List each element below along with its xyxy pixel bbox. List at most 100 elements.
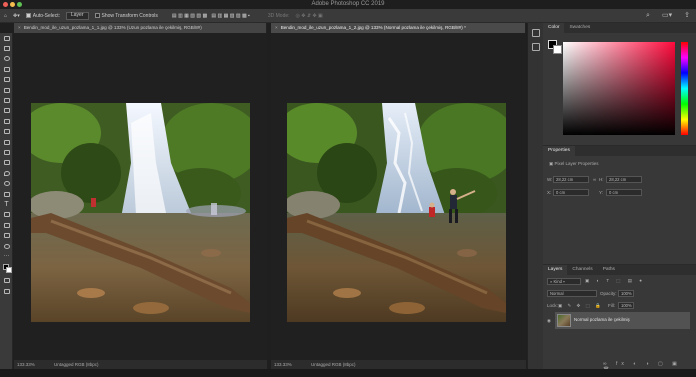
hue-slider[interactable] bbox=[681, 42, 688, 135]
collapsed-panel-dock bbox=[527, 23, 543, 369]
x-label: X: bbox=[547, 190, 552, 195]
height-field[interactable]: 28,22 cm bbox=[606, 176, 642, 183]
document-tab-label: Bendin_mod_ile_uzun_pozlama_1_1.jpg @ 13… bbox=[23, 25, 202, 30]
document-tab-label: Bendin_mod_ile_uzun_pozlama_1_2.jpg @ 13… bbox=[280, 25, 466, 30]
minimize-window-button[interactable] bbox=[10, 2, 15, 7]
visibility-eye-icon[interactable]: ◉ bbox=[547, 318, 551, 324]
color-swatches[interactable] bbox=[0, 262, 12, 276]
workspace-icon[interactable]: ▭▾ bbox=[662, 12, 672, 20]
document-profile[interactable]: Untagged RGB (8bpc) bbox=[311, 362, 356, 367]
document-window-1: × Bendin_mod_ile_uzun_pozlama_1_1.jpg @ 1… bbox=[14, 23, 267, 369]
status-bar-1: 133.33% Untagged RGB (8bpc) bbox=[14, 360, 267, 369]
width-label: W: bbox=[547, 177, 553, 182]
history-icon[interactable] bbox=[531, 29, 540, 37]
color-panel bbox=[543, 33, 696, 141]
frame-tool[interactable] bbox=[0, 85, 13, 95]
lock-icons[interactable]: ▣ ✎ ✥ ⬚ 🔒 bbox=[558, 303, 603, 309]
quick-mask-tool[interactable] bbox=[0, 276, 13, 286]
marquee-tool[interactable] bbox=[0, 43, 13, 53]
hand-tool[interactable] bbox=[0, 230, 13, 240]
document-tab-2[interactable]: × Bendin_mod_ile_uzun_pozlama_1_2.jpg @ 1… bbox=[271, 23, 526, 33]
pen-tool[interactable] bbox=[0, 189, 13, 199]
move-tool-icon[interactable]: ✥▾ bbox=[13, 13, 20, 19]
document-window-2: × Bendin_mod_ile_uzun_pozlama_1_2.jpg @ 1… bbox=[271, 23, 526, 369]
color-field[interactable] bbox=[563, 42, 675, 135]
opacity-field[interactable]: 100% bbox=[618, 290, 634, 297]
eraser-tool[interactable] bbox=[0, 147, 13, 157]
layer-name[interactable]: Normal pozlama ile çekilmiş bbox=[574, 317, 630, 322]
brush-tool[interactable] bbox=[0, 116, 13, 126]
zoom-window-button[interactable] bbox=[17, 2, 22, 7]
tab-paths[interactable]: Paths bbox=[598, 265, 620, 275]
gradient-tool[interactable] bbox=[0, 158, 13, 168]
zoom-level[interactable]: 133.33% bbox=[17, 362, 35, 367]
crop-tool[interactable] bbox=[0, 75, 13, 85]
fill-field[interactable]: 100% bbox=[618, 302, 634, 309]
type-tool[interactable]: T bbox=[0, 199, 13, 209]
home-icon[interactable]: ⌂ bbox=[4, 13, 7, 19]
share-icon[interactable]: ⇪ bbox=[683, 12, 691, 20]
auto-select-checkbox[interactable]: Auto-Select: bbox=[25, 12, 60, 19]
path-selection-tool[interactable] bbox=[0, 210, 13, 220]
photo-long-exposure bbox=[31, 103, 250, 322]
tools-panel: T ··· bbox=[0, 33, 13, 369]
blur-tool[interactable] bbox=[0, 168, 13, 178]
dock-bar bbox=[0, 369, 696, 377]
right-panel-dock: Color Swatches Properties ▣ Pixel Layer … bbox=[543, 23, 696, 373]
auto-select-label: Auto-Select: bbox=[32, 12, 60, 19]
document-tab-1[interactable]: × Bendin_mod_ile_uzun_pozlama_1_1.jpg @ 1… bbox=[14, 23, 267, 33]
y-field[interactable]: 0 cm bbox=[606, 189, 642, 196]
app-title: Adobe Photoshop CC 2019 bbox=[311, 1, 385, 7]
fill-label: Fill: bbox=[608, 303, 615, 308]
screen-mode-tool[interactable] bbox=[0, 286, 13, 296]
clone-stamp-tool[interactable] bbox=[0, 127, 13, 137]
close-window-button[interactable] bbox=[3, 2, 8, 7]
history-brush-tool[interactable] bbox=[0, 137, 13, 147]
pixel-layer-properties: ▣ Pixel Layer Properties bbox=[549, 161, 599, 166]
layer-filter-icons[interactable]: ▣ ◐ T ⬚ ▤ ● bbox=[585, 278, 645, 284]
title-bar: Adobe Photoshop CC 2019 bbox=[0, 0, 696, 9]
move-tool[interactable] bbox=[0, 33, 13, 43]
tab-channels[interactable]: Channels bbox=[567, 265, 597, 275]
status-bar-2: 133.33% Untagged RGB (8bpc) bbox=[271, 360, 526, 369]
properties-title[interactable]: Properties bbox=[543, 146, 575, 156]
tab-swatches[interactable]: Swatches bbox=[564, 23, 595, 33]
dodge-tool[interactable] bbox=[0, 178, 13, 188]
x-field[interactable]: 0 cm bbox=[553, 189, 589, 196]
zoom-level[interactable]: 133.33% bbox=[274, 362, 292, 367]
height-label: H: bbox=[599, 177, 604, 182]
properties-subtitle: Pixel Layer Properties bbox=[554, 161, 599, 166]
lasso-tool[interactable] bbox=[0, 54, 13, 64]
photo-normal-exposure bbox=[287, 103, 506, 322]
zoom-tool[interactable] bbox=[0, 241, 13, 251]
3d-icons: ◎ ✥ ⇵ ✥ ▣ bbox=[295, 12, 323, 19]
link-icon[interactable]: ∞ bbox=[593, 177, 596, 182]
quick-selection-tool[interactable] bbox=[0, 64, 13, 74]
fg-bg-color-chips[interactable] bbox=[548, 40, 562, 54]
3d-mode-label: 3D Mode: bbox=[267, 12, 290, 19]
width-field[interactable]: 28,22 cm bbox=[553, 176, 589, 183]
tab-layers[interactable]: Layers bbox=[543, 265, 568, 275]
blend-mode-dropdown[interactable]: Normal bbox=[547, 290, 597, 297]
more-tools[interactable]: ··· bbox=[0, 251, 13, 261]
align-icons[interactable]: ▤ ▥ ▦ ▧ ▨ ▩ ▤ ▥ ▦ ▧ ▨ ▩ ▪ bbox=[172, 13, 250, 19]
canvas-area-2[interactable] bbox=[271, 33, 526, 360]
shape-tool[interactable] bbox=[0, 220, 13, 230]
healing-brush-tool[interactable] bbox=[0, 106, 13, 116]
canvas-area-1[interactable] bbox=[14, 33, 267, 360]
layer-row[interactable]: Normal pozlama ile çekilmiş bbox=[555, 312, 690, 329]
properties-panel: Properties ▣ Pixel Layer Properties W: 2… bbox=[543, 145, 696, 255]
adjustments-icon[interactable] bbox=[531, 43, 540, 51]
transform-label: Show Transform Controls bbox=[101, 12, 158, 19]
document-profile[interactable]: Untagged RGB (8bpc) bbox=[54, 362, 99, 367]
show-transform-checkbox[interactable]: Show Transform Controls bbox=[94, 12, 158, 19]
auto-select-dropdown[interactable]: Layer bbox=[65, 11, 89, 20]
color-panel-tabs: Color Swatches bbox=[543, 23, 696, 33]
eyedropper-tool[interactable] bbox=[0, 95, 13, 105]
y-label: Y: bbox=[599, 190, 604, 195]
search-icon[interactable]: ⌕ bbox=[644, 12, 652, 20]
lock-label: Lock: bbox=[547, 303, 558, 308]
kind-label: Kind bbox=[553, 279, 562, 284]
filter-kind-dropdown[interactable]: ⌕ Kind ▾ bbox=[547, 278, 581, 285]
tab-color[interactable]: Color bbox=[543, 23, 565, 33]
